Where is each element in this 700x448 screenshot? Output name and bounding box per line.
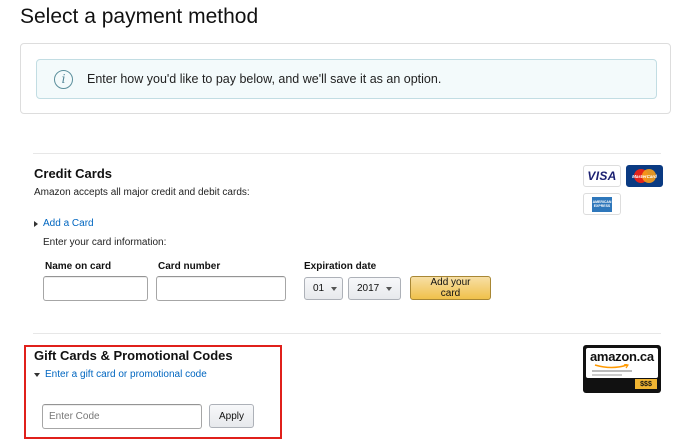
chevron-down-icon xyxy=(331,286,338,291)
gift-code-label: Enter a gift card or promotional code xyxy=(45,369,207,380)
chevron-down-icon xyxy=(386,286,393,291)
card-number-input[interactable] xyxy=(156,276,286,301)
visa-logo-text: VISA xyxy=(587,169,617,183)
mastercard-logo: MasterCard xyxy=(626,165,663,187)
page-title: Select a payment method xyxy=(20,5,259,28)
expiration-year-value: 2017 xyxy=(357,283,380,294)
amex-badge: AMERICAN EXPRESS xyxy=(592,196,612,212)
triangle-down-icon xyxy=(34,372,40,377)
expiration-date-label: Expiration date xyxy=(304,261,377,272)
gift-card-amount: $$$ xyxy=(635,379,657,389)
card-line xyxy=(592,370,632,372)
add-your-card-button[interactable]: Add your card xyxy=(410,276,491,300)
credit-cards-subtitle: Amazon accepts all major credit and debi… xyxy=(34,187,250,198)
info-box: i Enter how you'd like to pay below, and… xyxy=(20,43,671,114)
gift-card-face: amazon.ca xyxy=(586,348,658,378)
triangle-right-icon xyxy=(34,220,38,227)
info-icon: i xyxy=(54,69,73,89)
card-instruction: Enter your card information: xyxy=(43,237,167,248)
gift-cards-title: Gift Cards & Promotional Codes xyxy=(34,348,233,363)
apply-button[interactable]: Apply xyxy=(209,404,254,428)
expiration-month-value: 01 xyxy=(313,283,325,294)
gift-code-link[interactable]: Enter a gift card or promotional code xyxy=(34,369,207,380)
divider xyxy=(33,333,661,334)
divider xyxy=(33,153,661,154)
mastercard-logo-text: MasterCard xyxy=(632,173,657,179)
gift-code-input[interactable] xyxy=(42,404,202,429)
info-alert: i Enter how you'd like to pay below, and… xyxy=(36,59,657,99)
visa-logo: VISA xyxy=(583,165,621,187)
amazon-logo: amazon.ca xyxy=(590,349,654,364)
expiration-month-select[interactable]: 01 xyxy=(304,277,343,300)
amex-logo: AMERICAN EXPRESS xyxy=(583,193,621,215)
card-line xyxy=(592,374,622,376)
info-text: Enter how you'd like to pay below, and w… xyxy=(87,72,442,86)
gift-card-image: amazon.ca $$$ xyxy=(583,345,661,393)
credit-cards-title: Credit Cards xyxy=(34,166,113,181)
amex-logo-text: AMERICAN EXPRESS xyxy=(592,200,612,208)
card-number-label: Card number xyxy=(158,261,221,272)
add-card-link[interactable]: Add a Card xyxy=(34,218,94,229)
add-card-label: Add a Card xyxy=(43,218,94,229)
name-on-card-input[interactable] xyxy=(43,276,148,301)
expiration-year-select[interactable]: 2017 xyxy=(348,277,401,300)
name-on-card-label: Name on card xyxy=(45,261,112,272)
